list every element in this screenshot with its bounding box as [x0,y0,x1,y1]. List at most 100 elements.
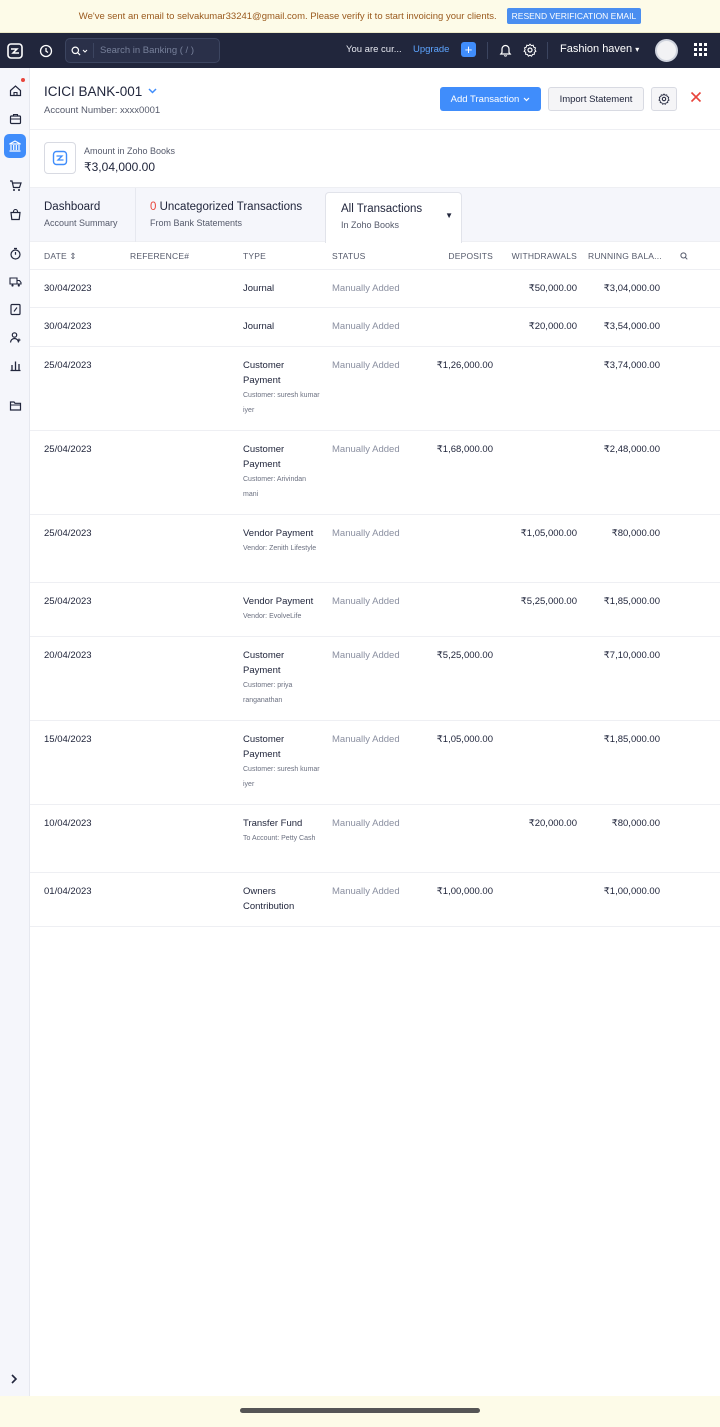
account-settings-gear-icon[interactable] [651,87,677,111]
add-transaction-label: Add Transaction [450,93,520,105]
close-icon[interactable] [690,91,702,106]
organization-name: Fashion haven [560,43,633,55]
system-navigation-bar [0,1396,720,1427]
table-row[interactable]: 25/04/2023 Vendor Payment Vendor: Zenith L… [30,515,720,583]
row-running-balance: ₹3,04,000.00 [603,283,660,294]
column-deposits[interactable]: DEPOSITS [423,251,493,261]
banking-icon[interactable] [4,134,26,158]
tab-all-transactions[interactable]: All Transactions In Zoho Books ▼ [325,192,462,243]
row-deposit: ₹1,26,000.00 [436,360,493,371]
balance-summary: Amount in Zoho Books ₹3,04,000.00 [30,131,720,187]
chevron-down-icon [82,49,88,53]
row-date: 10/04/2023 [44,818,92,829]
items-icon[interactable] [5,108,25,128]
trial-status-text: You are cur... [346,44,402,55]
eway-bills-truck-icon[interactable] [5,271,25,291]
table-row[interactable]: 15/04/2023 Customer Payment Customer: sure… [30,721,720,805]
row-date: 20/04/2023 [44,650,92,661]
chevron-down-icon [148,86,157,97]
row-type-detail: To Account: Petty Cash [243,835,316,842]
row-type-detail: Vendor: Zenith Lifestyle [243,545,317,552]
sales-cart-icon[interactable] [5,175,25,195]
row-type: Customer Payment Customer: suresh kumar i… [243,732,323,792]
row-running-balance: ₹80,000.00 [611,528,660,539]
row-type: Customer Payment Customer: Arivindan mani [243,442,323,502]
table-row[interactable]: 25/04/2023 Customer Payment Customer: Ariv… [30,431,720,515]
import-statement-button[interactable]: Import Statement [548,87,644,111]
top-navbar: Search in Banking ( / ) You are cur... U… [0,33,720,68]
sort-icon[interactable]: ⇕ [69,251,76,261]
row-status: Manually Added [332,360,400,371]
row-status: Manually Added [332,650,400,661]
banner-message: We've sent an email to selvakumar33241@g… [78,10,497,22]
row-type-detail: Customer: Arivindan mani [243,476,307,498]
search-icon[interactable] [680,252,688,262]
search-input[interactable]: Search in Banking ( / ) [94,45,194,56]
tab-all-subtitle: In Zoho Books [341,220,400,230]
resend-verification-button[interactable]: RESEND VERIFICATION EMAIL [506,8,642,24]
chevron-right-icon[interactable] [7,1372,21,1389]
organization-switcher[interactable]: Fashion haven ▾ [560,43,639,55]
table-row[interactable]: 10/04/2023 Transfer Fund To Account: Petty… [30,805,720,873]
row-withdrawal: ₹1,05,000.00 [520,528,577,539]
row-date: 25/04/2023 [44,528,92,539]
tab-uncategorized-subtitle: From Bank Statements [150,218,243,228]
global-search[interactable]: Search in Banking ( / ) [65,38,220,63]
column-running-balance[interactable]: RUNNING BALA... [588,251,662,261]
table-row[interactable]: 25/04/2023 Vendor Payment Vendor: EvolveLi… [30,583,720,637]
uncategorized-count: 0 [150,201,157,213]
home-icon[interactable] [5,80,25,100]
table-row[interactable]: 20/04/2023 Customer Payment Customer: priy… [30,637,720,721]
purchases-bag-icon[interactable] [5,204,25,224]
row-type: Vendor Payment Vendor: EvolveLife [243,594,323,624]
account-switcher[interactable]: ICICI BANK-001 [44,84,157,99]
contacts-icon[interactable] [5,327,25,347]
transaction-tabs: Dashboard Account Summary 0 Uncategorize… [30,187,720,243]
settings-gear-icon[interactable] [523,43,537,60]
search-icon[interactable] [66,43,94,58]
documents-folder-icon[interactable] [5,395,25,415]
row-type-detail: Vendor: EvolveLife [243,613,302,620]
table-row[interactable]: 25/04/2023 Customer Payment Customer: sure… [30,347,720,431]
column-type[interactable]: TYPE [243,251,266,261]
table-header: DATE ⇕ REFERENCE# TYPE STATUS DEPOSITS W… [30,242,720,270]
column-status[interactable]: STATUS [332,251,365,261]
row-date: 30/04/2023 [44,283,92,294]
quick-create-button[interactable]: + [461,42,476,57]
row-type: Vendor Payment Vendor: Zenith Lifestyle [243,526,323,556]
recent-history-icon[interactable] [30,44,62,58]
row-withdrawal: ₹50,000.00 [528,283,577,294]
home-gesture-handle[interactable] [240,1408,480,1413]
column-withdrawals[interactable]: WITHDRAWALS [506,251,577,261]
column-date[interactable]: DATE ⇕ [44,251,77,262]
row-withdrawal: ₹20,000.00 [528,321,577,332]
row-date: 25/04/2023 [44,360,92,371]
tab-all-title: All Transactions [341,203,423,215]
row-type-detail: Customer: priya ranganathan [243,682,293,704]
notifications-bell-icon[interactable] [499,43,512,60]
tab-dashboard-subtitle: Account Summary [44,218,118,228]
accountant-icon[interactable] [5,299,25,319]
upgrade-link[interactable]: Upgrade [413,44,449,55]
reports-chart-icon[interactable] [5,355,25,375]
row-type: Customer Payment Customer: suresh kumar i… [243,358,323,418]
row-withdrawal: ₹5,25,000.00 [520,596,577,607]
dropdown-caret-icon[interactable]: ▼ [445,211,453,220]
row-type-label: Journal [243,321,275,332]
column-reference[interactable]: REFERENCE# [130,251,189,261]
books-logo-icon[interactable] [0,33,30,68]
row-status: Manually Added [332,444,400,455]
tab-uncategorized[interactable]: 0 Uncategorized Transactions From Bank S… [136,188,324,242]
table-row[interactable]: 30/04/2023 Journal Manually Added ₹20,000.0… [30,308,720,347]
user-avatar[interactable] [655,39,678,62]
row-running-balance: ₹3,74,000.00 [603,360,660,371]
time-tracking-icon[interactable] [5,243,25,263]
row-date: 25/04/2023 [44,596,92,607]
account-header: ICICI BANK-001 Account Number: xxxx0001 … [30,68,720,130]
add-transaction-button[interactable]: Add Transaction [440,87,541,111]
table-row[interactable]: 01/04/2023 Owners Contribution Manually Ad… [30,873,720,927]
table-row[interactable]: 30/04/2023 Journal Manually Added ₹50,000.0… [30,270,720,308]
row-type: Journal [243,281,323,296]
tab-dashboard[interactable]: Dashboard Account Summary [30,188,135,242]
app-launcher-grid-icon[interactable] [694,43,707,59]
